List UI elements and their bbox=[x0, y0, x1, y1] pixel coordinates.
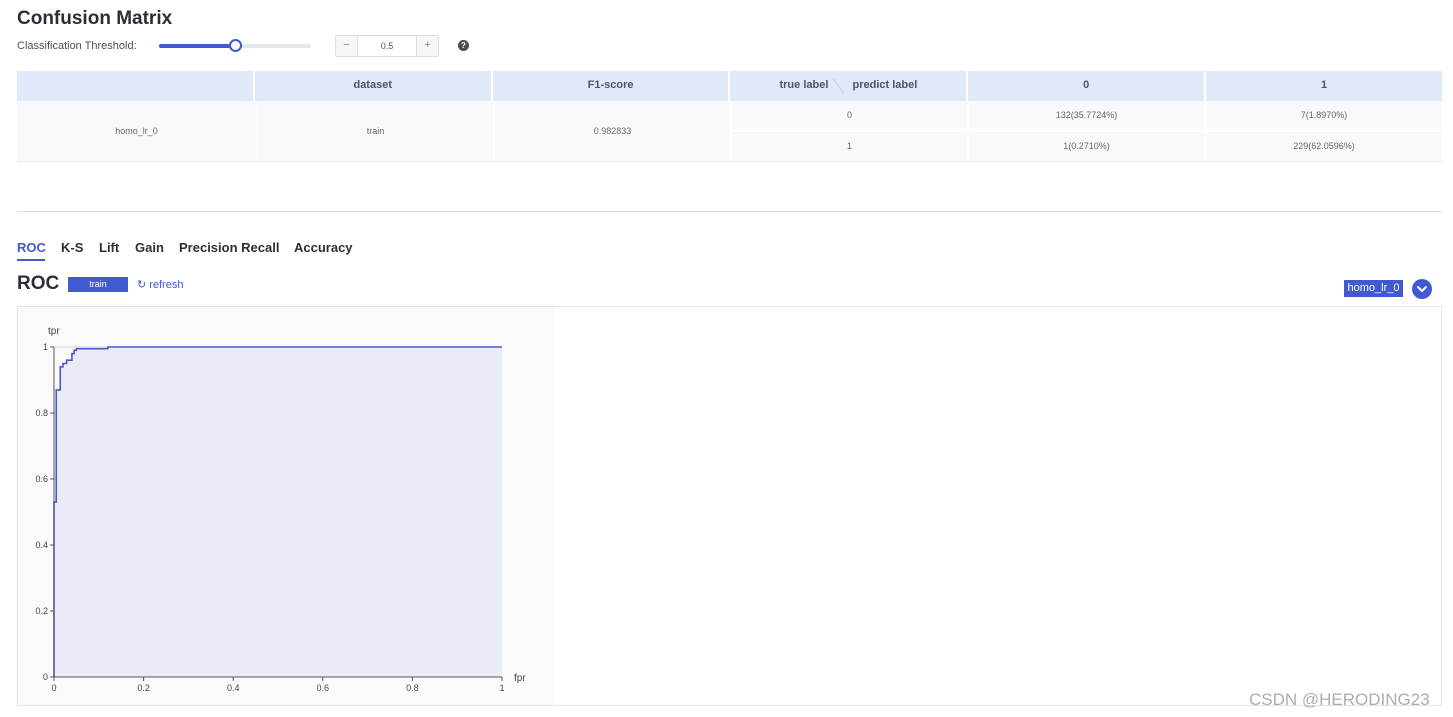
tab-accuracy[interactable]: Accuracy bbox=[294, 240, 353, 255]
y-tick-label: 0 bbox=[43, 672, 48, 682]
header-predict-label: predict label bbox=[852, 79, 918, 91]
slider-handle[interactable] bbox=[229, 39, 242, 52]
tab-gain[interactable]: Gain bbox=[135, 240, 164, 255]
page-title: Confusion Matrix bbox=[17, 8, 173, 29]
matrix-cell: 7(1.8970%) bbox=[1206, 101, 1442, 130]
roc-chart: 0 0.2 0.4 0.6 0.8 1 0 0.2 0.4 0.6 0.8 1 tpr fpr bbox=[18, 307, 555, 705]
y-tick-label: 0.4 bbox=[35, 540, 48, 550]
x-tick-label: 0.8 bbox=[406, 683, 419, 693]
slider-fill bbox=[159, 44, 235, 48]
header-dataset: dataset bbox=[254, 71, 493, 101]
tab-lift[interactable]: Lift bbox=[99, 240, 119, 255]
roc-chart-svg: 00.20.40.60.810 0.2 0.4 0.6 0.8 1tprfpr bbox=[35, 326, 526, 693]
refresh-label: refresh bbox=[149, 279, 184, 291]
matrix-cell: 132(35.7724%) bbox=[969, 101, 1204, 130]
header-predict-0: 0 bbox=[968, 71, 1207, 101]
threshold-controls: Classification Threshold: − + ? bbox=[17, 35, 487, 57]
y-tick-label: 0.2 bbox=[35, 606, 48, 616]
header-label-split: true label predict label bbox=[730, 71, 969, 101]
increment-button[interactable]: + bbox=[416, 36, 438, 56]
x-tick-label: 0.4 bbox=[227, 683, 240, 693]
header-divider-slash bbox=[833, 78, 845, 94]
table-body: homo_lr_0 train 0.982833 0 132(35.7724%)… bbox=[17, 101, 1442, 161]
tab-roc[interactable]: ROC bbox=[17, 240, 46, 255]
section-divider bbox=[17, 211, 1442, 212]
matrix-cell: 1(0.2710%) bbox=[969, 132, 1204, 161]
expand-button[interactable] bbox=[1412, 279, 1432, 299]
table-header: dataset F1-score true label predict labe… bbox=[17, 71, 1442, 101]
refresh-icon: ↻ bbox=[137, 279, 147, 291]
section-title: ROC bbox=[17, 273, 60, 294]
header-f1-score: F1-score bbox=[492, 71, 731, 101]
chevron-down-icon bbox=[1417, 286, 1427, 292]
true-label-cell: 1 bbox=[732, 132, 967, 161]
y-tick-label: 0.8 bbox=[35, 408, 48, 418]
y-tick-label: 0.6 bbox=[35, 474, 48, 484]
tab-ks[interactable]: K-S bbox=[61, 240, 83, 255]
threshold-input[interactable] bbox=[358, 36, 416, 56]
dataset-chip[interactable]: train bbox=[68, 277, 128, 292]
header-true-label: true label bbox=[779, 79, 829, 91]
tab-precision-recall[interactable]: Precision Recall bbox=[179, 240, 279, 255]
x-tick-label: 0.2 bbox=[137, 683, 150, 693]
f1-cell: 0.982833 bbox=[495, 101, 730, 161]
header-predict-1: 1 bbox=[1206, 71, 1442, 101]
model-select[interactable]: homo_lr_0 bbox=[1344, 280, 1403, 297]
refresh-button[interactable]: ↻ refresh bbox=[137, 278, 183, 291]
header-model bbox=[17, 71, 255, 101]
true-label-cell: 0 bbox=[732, 101, 967, 130]
decrement-button[interactable]: − bbox=[336, 36, 358, 56]
threshold-slider[interactable] bbox=[159, 39, 311, 52]
x-axis-label: fpr bbox=[514, 673, 526, 684]
dataset-cell: train bbox=[258, 101, 493, 161]
watermark: CSDN @HERODING23 bbox=[1249, 690, 1430, 709]
matrix-cell: 229(62.0596%) bbox=[1206, 132, 1442, 161]
y-tick-label: 1 bbox=[43, 342, 48, 352]
confusion-matrix-table: dataset F1-score true label predict labe… bbox=[17, 71, 1442, 162]
help-icon[interactable]: ? bbox=[458, 40, 469, 51]
active-tab-indicator bbox=[17, 259, 45, 261]
model-cell: homo_lr_0 bbox=[17, 101, 256, 161]
x-tick-label: 1 bbox=[499, 683, 504, 693]
y-axis-label: tpr bbox=[48, 326, 60, 337]
threshold-stepper: − + bbox=[335, 35, 439, 57]
x-tick-label: 0 bbox=[51, 683, 56, 693]
x-tick-label: 0.6 bbox=[317, 683, 330, 693]
chart-panel: 0 0.2 0.4 0.6 0.8 1 0 0.2 0.4 0.6 0.8 1 tpr fpr bbox=[17, 306, 1442, 706]
threshold-label: Classification Threshold: bbox=[17, 40, 137, 52]
roc-area bbox=[54, 347, 502, 677]
